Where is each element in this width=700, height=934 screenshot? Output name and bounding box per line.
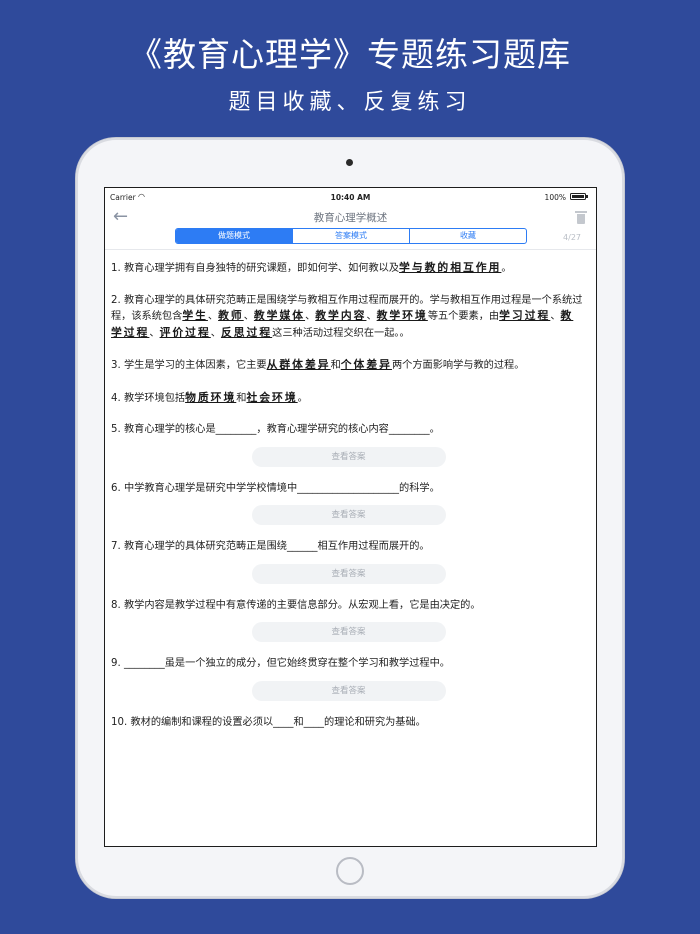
check-answer-button[interactable]: 查看答案	[251, 505, 446, 525]
question-text: 和	[330, 360, 341, 371]
question-text: 和	[236, 392, 247, 404]
separator: 、	[243, 311, 254, 322]
tab-answer-mode[interactable]: 答案模式	[292, 229, 409, 243]
question-text: 1. 教育心理学拥有自身独特的研究课题，即如何学、如何教以及	[111, 263, 400, 274]
mode-segmented-control: 做题模式 答案模式 收藏	[175, 228, 527, 244]
question-text: 等五个要素，由	[427, 311, 500, 322]
tab-practice-mode[interactable]: 做题模式	[176, 229, 292, 243]
trash-body	[577, 214, 585, 224]
question-5: 5. 教育心理学的核心是________，教育心理学研究的核心内容_______…	[111, 424, 440, 435]
question-list: 1. 教育心理学拥有自身独特的研究课题，即如何学、如何教以及学与教的相互作用。 …	[111, 260, 586, 738]
answer-text: 学生	[182, 309, 208, 322]
answer-text: 从群体差异	[266, 358, 331, 371]
question-1: 1. 教育心理学拥有自身独特的研究课题，即如何学、如何教以及学与教的相互作用。	[111, 260, 586, 277]
promo-subtitle: 题目收藏、反复练习	[228, 90, 472, 115]
check-answer-button[interactable]: 查看答案	[251, 680, 446, 701]
answer-text: 反思过程	[220, 325, 273, 339]
question-text: 这三种活动过程交织在一起。。	[272, 327, 410, 339]
answer-text: 物质环境	[185, 390, 237, 404]
answer-text: 教学媒体	[253, 309, 306, 322]
question-text: 4. 教学环境包括	[111, 392, 186, 404]
answer-text: 教师	[218, 309, 244, 322]
tablet-frame: Carrier ◠ 10:40 AM 100% ← 教育心理学概述 做题模式 答…	[76, 138, 624, 898]
nav-bar: ← 教育心理学概述 做题模式 答案模式 收藏 4/27	[105, 206, 596, 250]
question-3: 3. 学生是学习的主体因素，它主要从群体差异和个体差异两个方面影响学与教的过程。	[111, 357, 586, 374]
question-7: 7. 教育心理学的具体研究范畴正是围绕______相互作用过程而展开的。	[111, 541, 430, 552]
separator: 、	[550, 311, 561, 322]
question-4: 4. 教学环境包括物质环境和社会环境。	[111, 390, 586, 407]
status-bar: Carrier ◠ 10:40 AM 100%	[105, 188, 596, 206]
answer-text: 学与教的相互作用	[399, 261, 502, 274]
camera-icon	[346, 159, 353, 166]
battery-tip	[586, 195, 588, 198]
check-answer-button[interactable]: 查看答案	[251, 622, 446, 642]
tab-favorites[interactable]: 收藏	[409, 229, 526, 243]
separator: 、	[207, 311, 219, 322]
answer-text: 学习过程	[499, 309, 551, 322]
app-screen: Carrier ◠ 10:40 AM 100% ← 教育心理学概述 做题模式 答…	[104, 187, 597, 847]
question-6: 6. 中学教育心理学是研究中学学校情境中____________________…	[111, 482, 440, 494]
answer-text: 教学环境	[376, 309, 428, 322]
question-counter: 4/27	[563, 233, 581, 242]
answer-text: 社会环境	[246, 390, 298, 404]
status-time: 10:40 AM	[330, 193, 371, 202]
separator: 、	[210, 327, 221, 339]
question-text: 两个方面影响学与教的过程。	[391, 360, 525, 371]
question-9: 9. ________虽是一个独立的成分，但它始终贯穿在整个学习和教学过程中。	[111, 658, 450, 669]
home-button[interactable]	[336, 857, 364, 885]
trash-icon[interactable]	[575, 211, 587, 225]
answer-text: 教学内容	[315, 309, 367, 322]
check-answer-button[interactable]: 查看答案	[251, 563, 446, 584]
page-title: 教育心理学概述	[313, 212, 388, 224]
battery-icon	[570, 193, 586, 200]
question-2: 2. 教育心理学的具体研究范畴正是围绕学与教相互作用过程而展开的。学与教相互作用…	[111, 293, 586, 342]
separator: 、	[149, 327, 160, 339]
question-text: 3. 学生是学习的主体因素，它主要	[111, 360, 267, 371]
question-8: 8. 教学内容是教学过程中有意传递的主要信息部分。从宏观上看，它是由决定的。	[111, 599, 481, 611]
separator: 、	[366, 311, 377, 322]
check-answer-button[interactable]: 查看答案	[251, 446, 446, 467]
question-10: 10. 教材的编制和课程的设置必须以____和____的理论和研究为基础。	[111, 716, 426, 728]
battery-percent: 100%	[544, 193, 566, 202]
separator: 、	[305, 311, 316, 322]
answer-text: 个体差异	[340, 358, 392, 371]
answer-text: 评价过程	[159, 325, 211, 339]
question-text: 。	[501, 263, 512, 274]
trash-lid	[575, 211, 587, 213]
nav-divider	[105, 249, 596, 250]
question-text: 。	[297, 392, 308, 404]
promo-title: 《教育心理学》专题练习题库	[129, 35, 571, 74]
